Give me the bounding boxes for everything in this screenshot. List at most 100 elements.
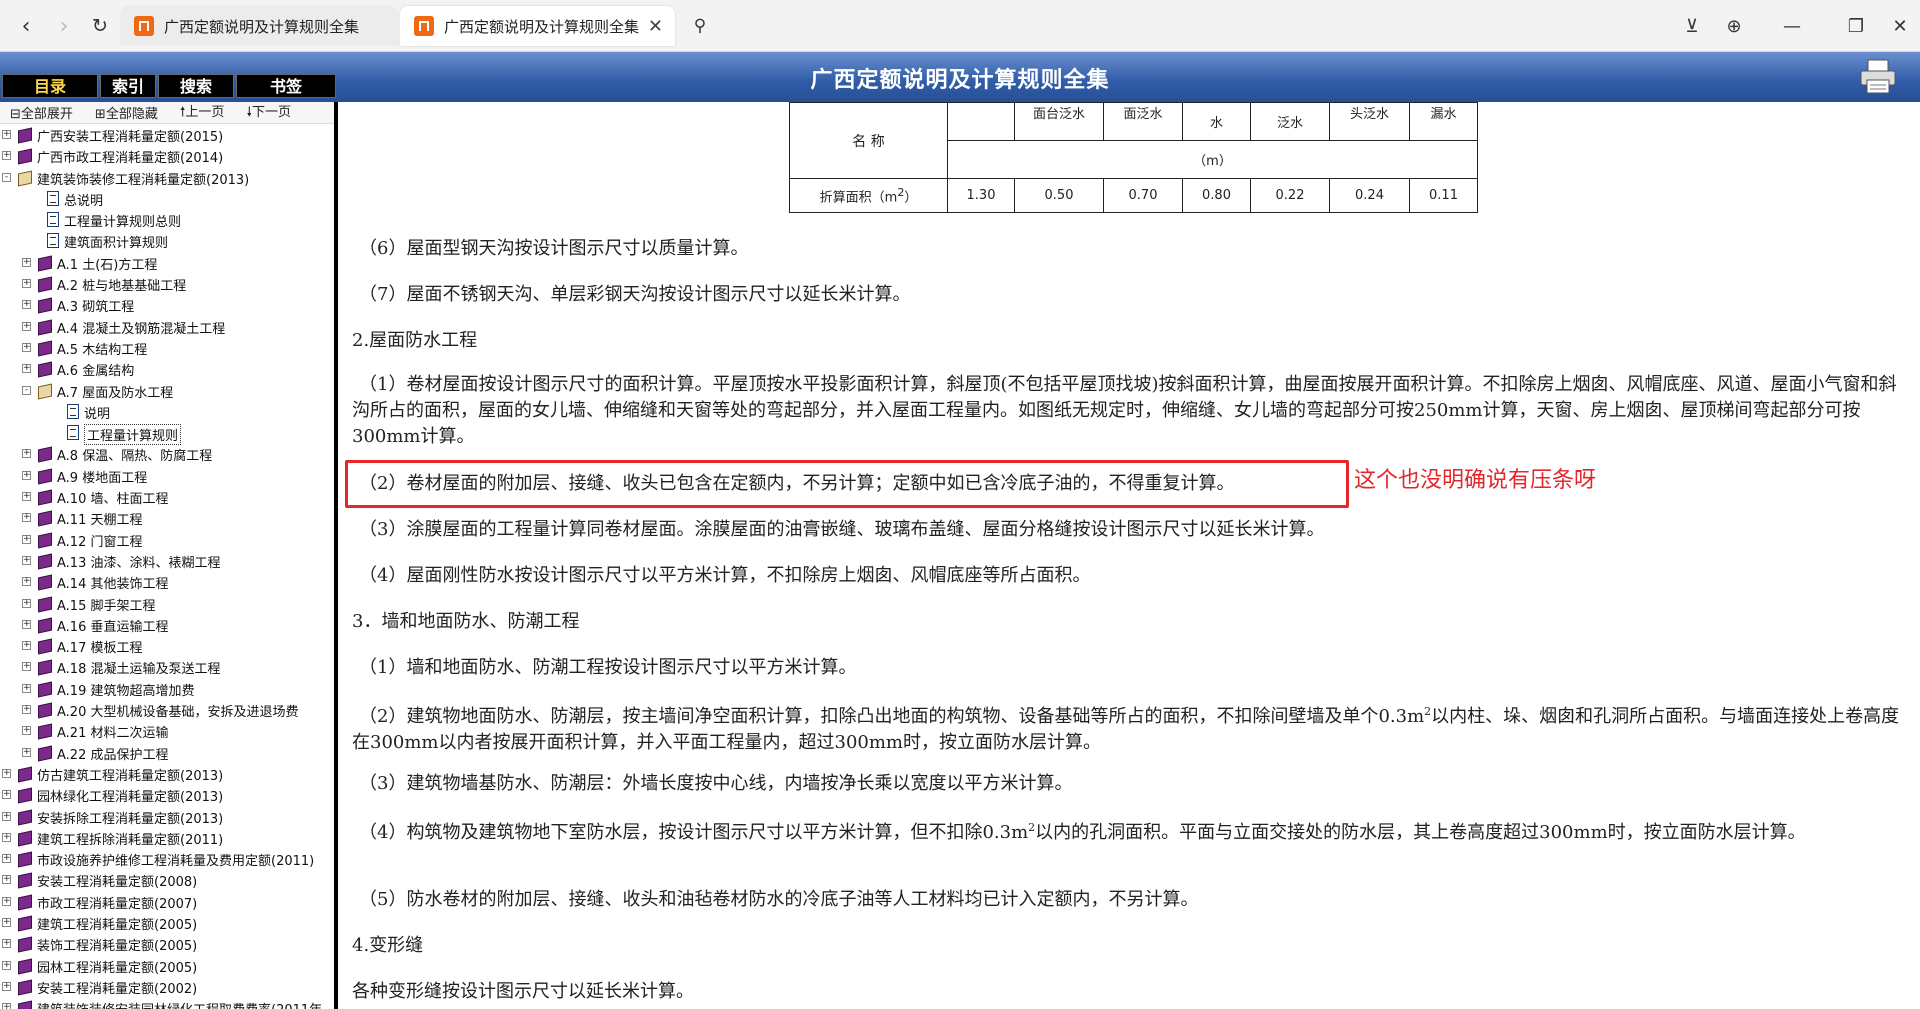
collapse-icon[interactable]: - xyxy=(22,385,31,395)
expand-icon[interactable]: + xyxy=(2,917,11,927)
tree-item[interactable]: + 市政工程消耗量定额(2007) xyxy=(0,891,334,912)
tree-item[interactable]: + A.16 垂直运输工程 xyxy=(0,614,334,635)
tree-item[interactable]: + A.10 墙、柱面工程 xyxy=(0,486,334,507)
expand-icon[interactable]: + xyxy=(2,939,11,949)
tree-item[interactable]: + A.1 土(石)方工程 xyxy=(0,252,334,273)
expand-icon[interactable]: + xyxy=(2,151,11,161)
forward-button[interactable]: › xyxy=(48,10,80,42)
expand-icon[interactable]: + xyxy=(2,768,11,778)
expand-icon[interactable]: + xyxy=(2,896,11,906)
expand-icon[interactable]: + xyxy=(22,598,31,608)
tree-item[interactable]: - 建筑装饰装修工程消耗量定额(2013) xyxy=(0,167,334,188)
tree-item[interactable]: + A.9 楼地面工程 xyxy=(0,465,334,486)
close-tab-icon[interactable]: ✕ xyxy=(648,16,663,37)
globe-icon[interactable]: ⊕ xyxy=(1718,10,1750,42)
tab-search[interactable]: 搜索 xyxy=(158,74,234,98)
tree-item[interactable]: 建筑面积计算规则 xyxy=(0,230,334,251)
expand-icon[interactable]: + xyxy=(22,449,31,459)
tree-item[interactable]: + 建筑工程消耗量定额(2005) xyxy=(0,912,334,933)
tree-item[interactable]: + A.21 材料二次运输 xyxy=(0,720,334,741)
expand-icon[interactable]: + xyxy=(22,342,31,352)
tree-item[interactable]: + A.11 天棚工程 xyxy=(0,507,334,528)
tree-item[interactable]: + 园林工程消耗量定额(2005) xyxy=(0,955,334,976)
expand-icon[interactable]: + xyxy=(22,492,31,502)
prev-page-button[interactable]: 🠕上一页 xyxy=(180,102,225,125)
expand-icon[interactable]: + xyxy=(22,364,31,374)
tree-item[interactable]: + A.3 砌筑工程 xyxy=(0,294,334,315)
expand-icon[interactable]: + xyxy=(2,981,11,991)
tree-item[interactable]: 工程量计算规则总则 xyxy=(0,209,334,230)
tree-item[interactable]: + A.14 其他装饰工程 xyxy=(0,571,334,592)
collapse-icon[interactable]: - xyxy=(2,172,11,182)
tree-item[interactable]: + 广西市政工程消耗量定额(2014) xyxy=(0,145,334,166)
tab-bookmarks[interactable]: 书签 xyxy=(236,74,336,98)
tree-item[interactable]: + 园林绿化工程消耗量定额(2013) xyxy=(0,784,334,805)
tree-item[interactable]: + A.8 保温、隔热、防腐工程 xyxy=(0,443,334,464)
tab-index[interactable]: 索引 xyxy=(100,74,156,98)
expand-icon[interactable]: + xyxy=(22,555,31,565)
expand-icon[interactable]: + xyxy=(22,683,31,693)
expand-icon[interactable]: + xyxy=(22,470,31,480)
expand-icon[interactable]: + xyxy=(22,534,31,544)
tree-item[interactable]: + 建筑装饰装修安装园林绿化工程取费费率(2011年 xyxy=(0,997,334,1009)
restore-icon[interactable]: ❐ xyxy=(1840,10,1872,42)
collapse-all-button[interactable]: ⊞全部隐藏 xyxy=(95,103,158,122)
printer-icon[interactable] xyxy=(1858,58,1898,96)
tree-item[interactable]: + A.17 模板工程 xyxy=(0,635,334,656)
expand-icon[interactable]: + xyxy=(22,747,31,757)
expand-icon[interactable]: + xyxy=(22,279,31,289)
back-button[interactable]: ‹ xyxy=(10,10,42,42)
browser-tab-1[interactable]: 广西定额说明及计算规则全集 xyxy=(120,6,398,46)
tree-item[interactable]: + A.6 金属结构 xyxy=(0,358,334,379)
tree-item[interactable]: + A.2 桩与地基基础工程 xyxy=(0,273,334,294)
tree-item[interactable]: 工程量计算规则 xyxy=(0,422,334,446)
tree-item[interactable]: + 广西安装工程消耗量定额(2015) xyxy=(0,124,334,145)
expand-icon[interactable]: + xyxy=(2,130,11,139)
expand-icon[interactable]: + xyxy=(22,300,31,310)
expand-icon[interactable]: + xyxy=(22,705,31,715)
tree-item[interactable]: + A.13 油漆、涂料、裱糊工程 xyxy=(0,550,334,571)
close-window-icon[interactable]: ✕ xyxy=(1884,10,1916,42)
expand-icon[interactable]: + xyxy=(22,662,31,672)
expand-icon[interactable]: + xyxy=(2,854,11,864)
expand-icon[interactable]: + xyxy=(2,1003,11,1009)
tree-item[interactable]: + 安装工程消耗量定额(2002) xyxy=(0,976,334,997)
tree-item[interactable]: + A.15 脚手架工程 xyxy=(0,593,334,614)
expand-icon[interactable]: + xyxy=(22,577,31,587)
expand-icon[interactable]: + xyxy=(22,513,31,523)
tree-item[interactable]: - A.7 屋面及防水工程 xyxy=(0,380,334,401)
download-icon[interactable]: ⊻ xyxy=(1676,10,1708,42)
tree-item[interactable]: + A.12 门窗工程 xyxy=(0,529,334,550)
tree-item[interactable]: + 安装拆除工程消耗量定额(2013) xyxy=(0,806,334,827)
refresh-icon[interactable]: ↻ xyxy=(84,10,116,42)
expand-all-button[interactable]: ⊟全部展开 xyxy=(10,103,73,122)
expand-icon[interactable]: + xyxy=(2,960,11,970)
tree-item[interactable]: + A.20 大型机械设备基础，安拆及进退场费 xyxy=(0,699,334,720)
expand-icon[interactable]: + xyxy=(22,726,31,736)
tree-item[interactable]: + A.22 成品保护工程 xyxy=(0,742,334,763)
expand-icon[interactable]: + xyxy=(22,257,31,267)
expand-icon[interactable]: + xyxy=(22,619,31,629)
tab-directory[interactable]: 目录 xyxy=(2,74,98,98)
expand-icon[interactable]: + xyxy=(2,811,11,821)
search-icon[interactable]: ⚲ xyxy=(684,10,716,42)
minimize-icon[interactable]: — xyxy=(1776,10,1808,42)
tree-item[interactable]: + A.4 混凝土及钢筋混凝土工程 xyxy=(0,316,334,337)
tree-item[interactable]: 说明 xyxy=(0,401,334,422)
next-page-button[interactable]: 🠗下一页 xyxy=(246,102,291,125)
tree-item[interactable]: + 仿古建筑工程消耗量定额(2013) xyxy=(0,763,334,784)
expand-icon[interactable]: + xyxy=(2,832,11,842)
tree-item[interactable]: + 装饰工程消耗量定额(2005) xyxy=(0,933,334,954)
tree-item[interactable]: + A.5 木结构工程 xyxy=(0,337,334,358)
tree-item[interactable]: + A.19 建筑物超高增加费 xyxy=(0,678,334,699)
expand-icon[interactable]: + xyxy=(2,790,11,800)
tree-item[interactable]: + 安装工程消耗量定额(2008) xyxy=(0,869,334,890)
tree-item[interactable]: + 市政设施养护维修工程消耗量及费用定额(2011) xyxy=(0,848,334,869)
tree-item[interactable]: 总说明 xyxy=(0,188,334,209)
tree-item[interactable]: + 建筑工程拆除消耗量定额(2011) xyxy=(0,827,334,848)
expand-icon[interactable]: + xyxy=(22,641,31,651)
browser-tab-2[interactable]: 广西定额说明及计算规则全集 ✕ xyxy=(400,6,675,46)
expand-icon[interactable]: + xyxy=(2,875,11,885)
expand-icon[interactable]: + xyxy=(22,321,31,331)
tree-item[interactable]: + A.18 混凝土运输及泵送工程 xyxy=(0,656,334,677)
